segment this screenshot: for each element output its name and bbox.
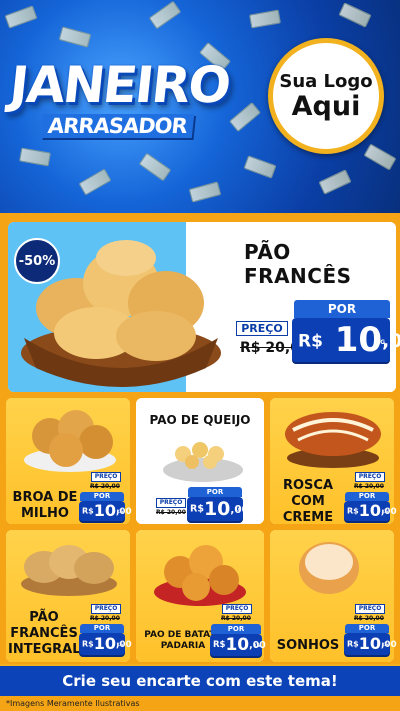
bread-roll-icon: [21, 545, 117, 596]
unit: KG: [381, 509, 388, 514]
unit: KG: [253, 643, 260, 648]
price: R$10,00 KG: [344, 633, 397, 655]
hero-banner: JANEIRO ARRASADOR Sua Logo Aqui: [0, 0, 400, 213]
price-int: 10: [358, 634, 381, 653]
currency: R$: [347, 506, 359, 516]
currency: R$: [213, 640, 226, 650]
money-note-icon: [58, 26, 92, 48]
money-note-icon: [4, 5, 38, 29]
money-note-icon: [249, 9, 281, 29]
currency: R$: [190, 503, 204, 515]
disclaimer: *Imagens Meramente Ilustrativas: [6, 699, 140, 708]
unit: KG: [381, 642, 388, 647]
money-note-icon: [188, 181, 222, 203]
logo-line2: Aqui: [291, 90, 361, 122]
old-price: R$ 20,00: [90, 483, 120, 490]
price-label: PREÇO: [156, 498, 186, 508]
product-name: PÃO FRANCÊS INTEGRAL: [8, 610, 81, 657]
money-note-icon: [19, 147, 51, 167]
currency: R$: [82, 639, 94, 649]
money-note-icon: [148, 0, 182, 30]
old-price: R$ 20,00: [221, 615, 251, 622]
discount-badge: -50%: [14, 238, 60, 284]
money-note-icon: [78, 168, 112, 196]
hero-title: JANEIRO: [6, 56, 232, 114]
featured-price-label: PREÇO: [236, 321, 288, 336]
money-note-icon: [138, 152, 172, 182]
product-name: SONHOS: [276, 638, 340, 653]
product-name: ROSCA COM CREME: [282, 478, 334, 525]
unit: KG: [116, 509, 123, 514]
hero-subtitle: ARRASADOR: [40, 114, 194, 138]
product-name: BROA DE MILHO: [12, 490, 78, 521]
sonho-icon: [299, 542, 359, 594]
price-label: PREÇO: [91, 472, 121, 482]
featured-por-label: POR: [294, 300, 390, 318]
old-price: R$ 20,00: [354, 615, 384, 622]
price: R$10,00 KG: [210, 634, 266, 656]
currency: R$: [82, 506, 94, 516]
potato-bread-icon: [154, 545, 246, 606]
por-label: POR: [345, 492, 389, 501]
featured-price: R$ 10,00 KG: [292, 318, 400, 362]
corn-bread-icon: [24, 410, 116, 472]
price-label: PREÇO: [355, 604, 385, 614]
old-price: R$ 20,00: [90, 615, 120, 622]
price: R$10,00 KG: [79, 501, 132, 521]
money-note-icon: [318, 169, 352, 195]
money-note-icon: [363, 143, 397, 171]
price-label: PREÇO: [355, 472, 385, 482]
money-note-icon: [338, 2, 372, 28]
cheese-bread-icon: [163, 442, 243, 482]
price-label: PREÇO: [222, 604, 252, 614]
product-name: PAO DE QUEIJO: [149, 413, 251, 427]
por-label: POR: [80, 624, 124, 633]
featured-unit: KG: [375, 339, 385, 346]
featured-product-name: PÃO FRANCÊS: [244, 240, 352, 288]
logo-line1: Sua Logo: [279, 70, 373, 92]
price-int: 10: [225, 635, 250, 655]
price-int: 10: [93, 501, 116, 520]
por-label: POR: [80, 492, 124, 501]
featured-currency: R$: [298, 331, 323, 352]
price: R$10,00 KG: [344, 501, 397, 521]
por-label: POR: [211, 624, 261, 634]
price: R$10,00 KG: [187, 497, 249, 521]
logo-placeholder: Sua Logo Aqui: [268, 38, 384, 154]
por-label: POR: [188, 487, 242, 497]
por-label: POR: [345, 624, 389, 633]
old-price: R$ 20,00: [156, 509, 186, 516]
price: R$10,00 KG: [79, 633, 132, 655]
currency: R$: [347, 639, 359, 649]
money-note-icon: [243, 155, 277, 179]
price-label: PREÇO: [91, 604, 121, 614]
cta-banner[interactable]: Crie seu encarte com este tema!: [0, 664, 400, 696]
price-int: 10: [203, 498, 231, 520]
cream-roll-icon: [285, 412, 381, 468]
unit: KG: [116, 642, 123, 647]
price-int: 10: [358, 501, 381, 520]
unit: KG: [234, 507, 241, 512]
old-price: R$ 20,00: [354, 483, 384, 490]
price-int: 10: [93, 634, 116, 653]
money-note-icon: [229, 101, 261, 133]
